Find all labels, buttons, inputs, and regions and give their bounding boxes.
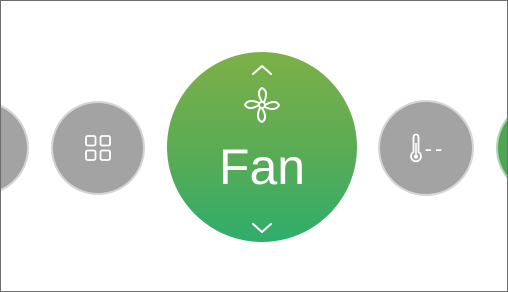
mode-label: Fan [218,139,306,195]
mode-carousel: Fan -- [0,0,508,292]
temperature-value: -- [424,136,446,161]
temperature-readout: -- [409,133,446,163]
temperature-button[interactable]: -- [378,100,474,196]
fan-icon [244,87,280,123]
chevron-up-icon[interactable] [251,64,273,76]
previous-mode-button[interactable] [1,101,29,195]
next-mode-button[interactable] [496,100,507,196]
all-modes-button[interactable] [51,101,145,195]
thermometer-icon [409,133,422,163]
chevron-down-icon[interactable] [251,222,273,234]
grid-icon [85,135,111,161]
current-mode-button[interactable]: Fan [167,52,357,242]
